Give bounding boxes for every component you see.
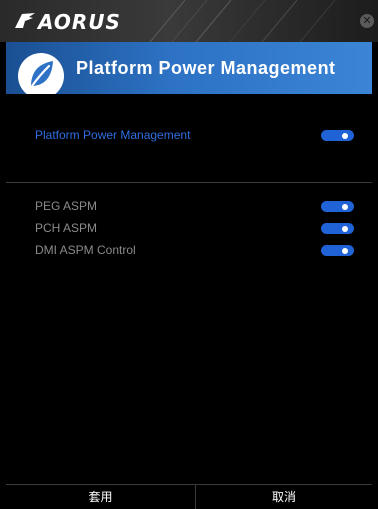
close-icon[interactable]: ✕ [360, 14, 374, 28]
apply-button[interactable]: 套用 [6, 485, 195, 509]
settings-panel: Platform Power Management PEG ASPM PCH A… [6, 94, 372, 484]
setting-label-platform-power-management: Platform Power Management [35, 128, 191, 142]
header-banner: Platform Power Management [6, 42, 372, 94]
cancel-button[interactable]: 取消 [196, 485, 372, 509]
setting-label-peg-aspm: PEG ASPM [35, 199, 98, 213]
divider [6, 182, 372, 183]
aorus-eagle-icon [15, 13, 35, 28]
brand-bar: AORUS ✕ [0, 0, 378, 42]
toggle-platform-power-management[interactable] [321, 130, 354, 141]
toggle-pch-aspm[interactable] [321, 223, 354, 234]
app-window: AORUS ✕ Platform Power Management Platfo… [0, 0, 378, 509]
toggle-knob [342, 132, 348, 139]
setting-label-pch-aspm: PCH ASPM [35, 221, 98, 235]
setting-row-pch-aspm: PCH ASPM [6, 220, 372, 236]
page-title: Platform Power Management [76, 58, 336, 78]
leaf-icon [18, 53, 64, 94]
toggle-knob [342, 203, 348, 210]
toggle-peg-aspm[interactable] [321, 201, 354, 212]
toggle-knob [342, 225, 348, 232]
brand-name: AORUS [38, 10, 121, 34]
setting-row-peg-aspm: PEG ASPM [6, 198, 372, 214]
setting-row-platform-power-management: Platform Power Management [6, 127, 372, 143]
footer-bar: 套用 取消 [6, 484, 372, 509]
toggle-knob [342, 247, 348, 254]
toggle-dmi-aspm-control[interactable] [321, 245, 354, 256]
setting-row-dmi-aspm-control: DMI ASPM Control [6, 242, 372, 258]
setting-label-dmi-aspm-control: DMI ASPM Control [35, 243, 136, 257]
